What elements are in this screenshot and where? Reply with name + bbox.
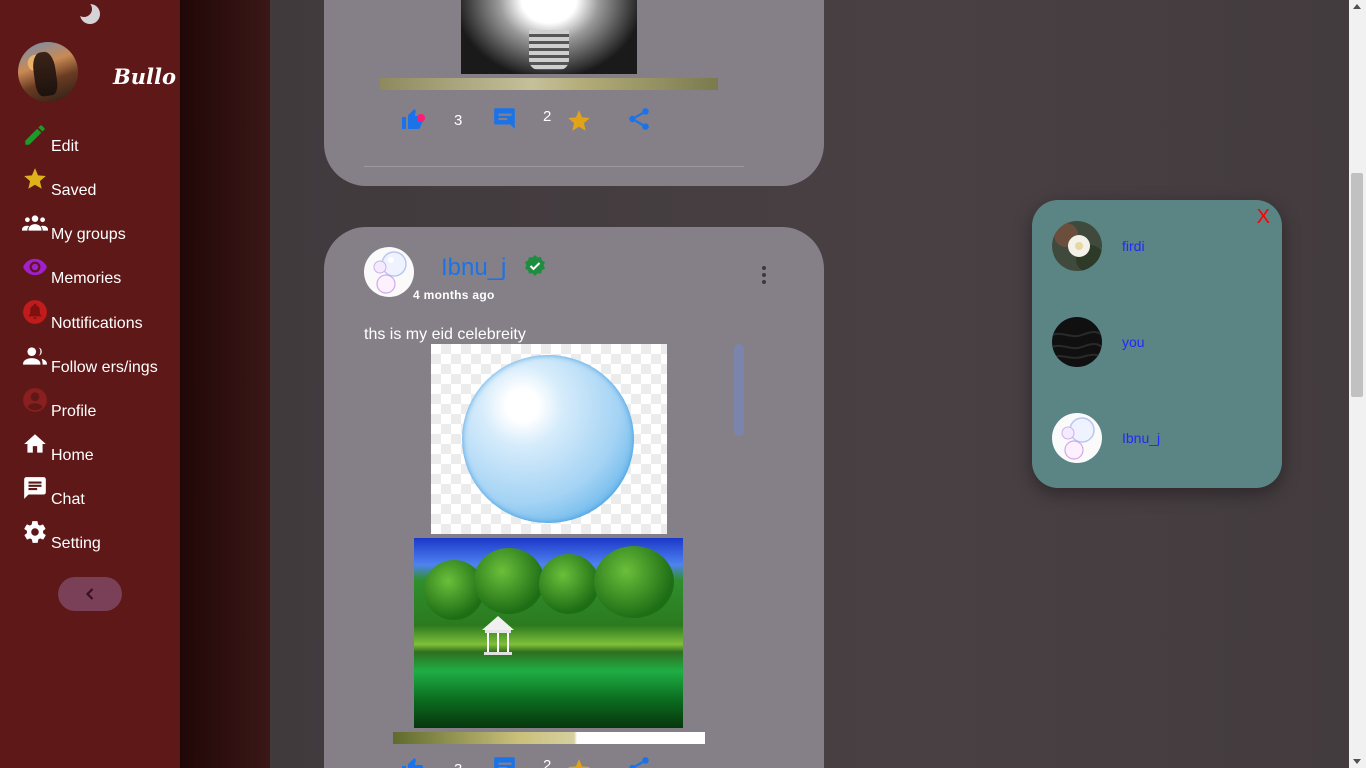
comment-icon[interactable]: [492, 754, 518, 768]
chevron-left-icon: [85, 588, 94, 600]
image-scrollbar[interactable]: [734, 344, 744, 436]
eye-icon: [23, 258, 47, 276]
gear-icon: [24, 521, 46, 543]
post-image-park[interactable]: [414, 538, 683, 728]
post-text: ths is my eid celebreity: [364, 326, 526, 343]
sidebar-item-saved[interactable]: Saved: [22, 168, 97, 200]
sidebar-item-followers[interactable]: Follow ers/ings: [22, 347, 158, 377]
people-icon: [23, 347, 47, 365]
star-icon: [24, 168, 46, 189]
more-options-icon[interactable]: [754, 263, 774, 287]
sidebar-item-label: Edit: [51, 138, 79, 155]
share-icon[interactable]: [626, 755, 652, 768]
sidebar-item-label: Saved: [51, 182, 97, 199]
account-icon: [23, 388, 47, 412]
sidebar-item-setting[interactable]: Setting: [22, 521, 101, 553]
home-icon: [24, 434, 46, 453]
like-count: 3: [454, 761, 462, 768]
sidebar-item-label: Memories: [51, 270, 122, 287]
scroll-down-arrow[interactable]: [1353, 759, 1361, 764]
like-icon[interactable]: [400, 755, 426, 768]
comment-icon[interactable]: [492, 105, 518, 131]
post-actions: 3 2: [400, 106, 660, 134]
sidebar-item-label: Setting: [51, 535, 101, 552]
like-count: 3: [454, 112, 463, 129]
avatar: [1052, 221, 1102, 271]
sidebar-item-my-groups[interactable]: My groups: [22, 214, 126, 244]
post-author-avatar[interactable]: [364, 247, 414, 297]
popup-user-item[interactable]: firdi: [1052, 220, 1252, 272]
popup-user-item[interactable]: you: [1052, 316, 1252, 368]
sidebar: Bullo Edit Saved My groups Memories Nott…: [0, 0, 180, 768]
avatar: [1052, 317, 1102, 367]
share-icon[interactable]: [626, 106, 652, 132]
post-actions: 3 2: [400, 755, 660, 768]
sidebar-item-label: Profile: [51, 403, 97, 420]
post-divider: [364, 166, 744, 167]
sidebar-item-memories[interactable]: Memories: [22, 258, 121, 288]
collapse-sidebar-button[interactable]: [58, 577, 122, 611]
sidebar-item-label: My groups: [51, 226, 126, 243]
like-icon[interactable]: [400, 106, 426, 132]
close-button[interactable]: X: [1257, 206, 1270, 229]
verified-badge-icon: [525, 255, 545, 276]
post-image-strip[interactable]: [380, 78, 718, 90]
star-icon[interactable]: [566, 757, 592, 768]
post-image-strip[interactable]: [393, 732, 705, 744]
sidebar-item-notifications[interactable]: Nottifications: [22, 300, 143, 333]
sidebar-item-label: Chat: [51, 491, 85, 508]
post-card: Ibnu_j 4 months ago ths is my eid celebr…: [324, 227, 824, 768]
page-scrollbar[interactable]: [1349, 0, 1366, 768]
post-timestamp: 4 months ago: [413, 288, 495, 302]
scroll-up-arrow[interactable]: [1353, 4, 1361, 9]
moon-icon[interactable]: [79, 3, 101, 25]
bell-icon: [23, 300, 47, 324]
star-icon[interactable]: [566, 108, 592, 134]
comment-count: 2: [543, 757, 552, 768]
username: Bullo: [113, 64, 176, 89]
groups-icon: [22, 215, 48, 231]
sidebar-item-edit[interactable]: Edit: [22, 125, 79, 156]
post-card: 3 2: [324, 0, 824, 186]
popup-user-name: firdi: [1122, 238, 1145, 254]
avatar: [1052, 413, 1102, 463]
pencil-icon: [25, 125, 45, 145]
sidebar-item-label: Nottifications: [51, 315, 143, 332]
sidebar-item-label: Home: [51, 447, 94, 464]
post-image-bulb[interactable]: [461, 0, 637, 74]
popup-user-name: you: [1122, 334, 1145, 350]
sidebar-item-profile[interactable]: Profile: [22, 388, 97, 421]
post-image-bubble[interactable]: [431, 344, 667, 534]
comment-count: 2: [543, 108, 552, 125]
chat-icon: [24, 477, 46, 499]
popup-user-item[interactable]: Ibnu_j: [1052, 412, 1252, 464]
sidebar-shadow: [180, 0, 270, 768]
scrollbar-thumb[interactable]: [1351, 173, 1363, 397]
sidebar-item-home[interactable]: Home: [22, 434, 94, 465]
post-author-name[interactable]: Ibnu_j: [441, 254, 506, 282]
avatar[interactable]: [18, 42, 78, 102]
sidebar-item-label: Follow ers/ings: [51, 359, 158, 376]
popup-user-name: Ibnu_j: [1122, 430, 1161, 446]
sidebar-item-chat[interactable]: Chat: [22, 477, 85, 509]
likes-popup: X firdi you Ibnu_j: [1032, 200, 1282, 488]
